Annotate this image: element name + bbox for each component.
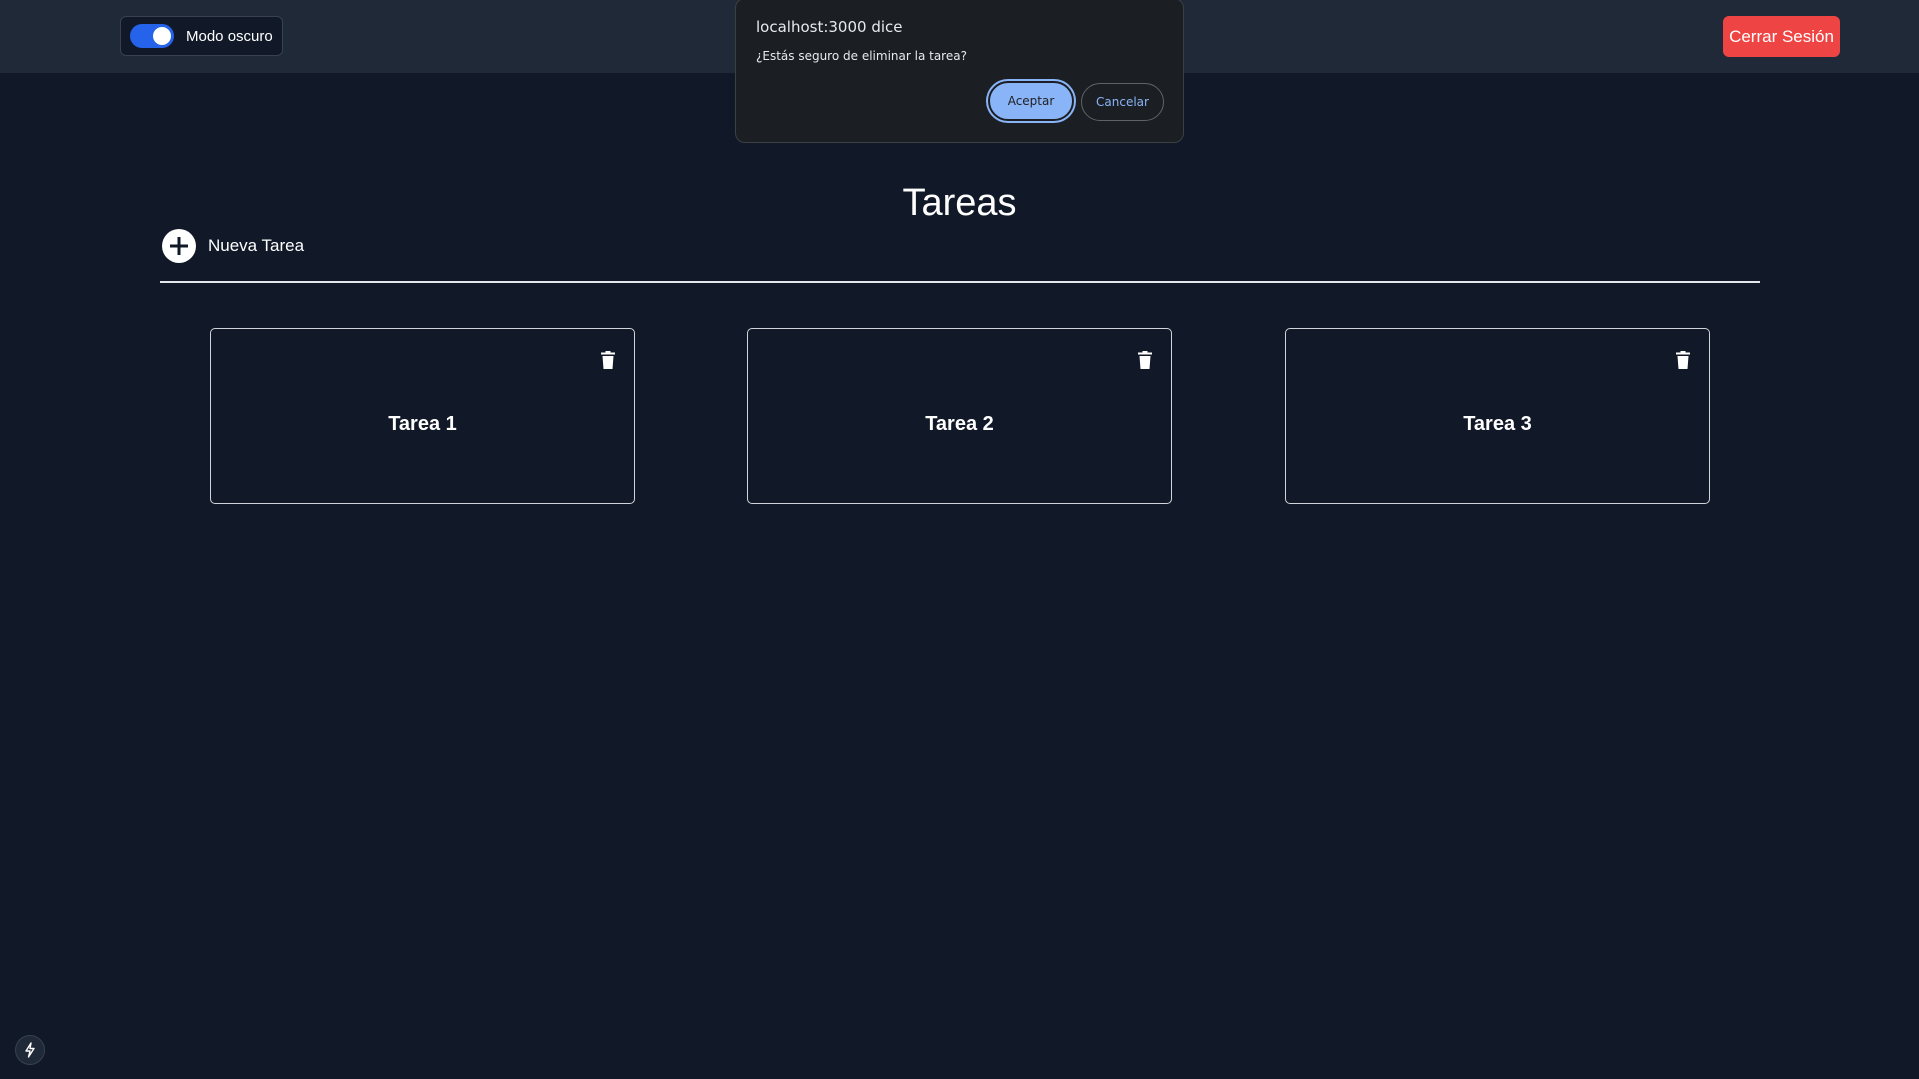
- dark-mode-toggle[interactable]: Modo oscuro: [120, 16, 283, 56]
- new-task-label[interactable]: Nueva Tarea: [208, 236, 304, 256]
- dialog-message: ¿Estás seguro de eliminar la tarea?: [756, 49, 967, 63]
- toggle-knob: [153, 27, 171, 45]
- dialog-title: localhost:3000 dice: [756, 18, 903, 36]
- trash-icon[interactable]: [601, 351, 615, 369]
- toggle-switch[interactable]: [130, 24, 174, 48]
- trash-icon[interactable]: [1676, 351, 1690, 369]
- divider: [160, 281, 1760, 283]
- dark-mode-label: Modo oscuro: [186, 27, 273, 45]
- new-task-button[interactable]: Nueva Tarea: [162, 229, 304, 263]
- task-title: Tarea 3: [1463, 413, 1532, 435]
- accept-button[interactable]: Aceptar: [988, 81, 1074, 121]
- task-card[interactable]: Tarea 3: [1285, 328, 1710, 504]
- page-title: Tareas: [902, 182, 1017, 224]
- plus-circle-icon[interactable]: [162, 229, 196, 263]
- confirm-dialog: localhost:3000 dice ¿Estás seguro de eli…: [735, 0, 1184, 143]
- trash-icon[interactable]: [1138, 351, 1152, 369]
- task-title: Tarea 2: [925, 413, 994, 435]
- task-card[interactable]: Tarea 1: [210, 328, 635, 504]
- cancel-button[interactable]: Cancelar: [1081, 83, 1164, 121]
- task-card[interactable]: Tarea 2: [747, 328, 1172, 504]
- dev-tools-badge[interactable]: [15, 1035, 45, 1065]
- lightning-bolt-icon: [25, 1042, 35, 1058]
- task-title: Tarea 1: [388, 413, 457, 435]
- logout-button[interactable]: Cerrar Sesión: [1723, 16, 1840, 57]
